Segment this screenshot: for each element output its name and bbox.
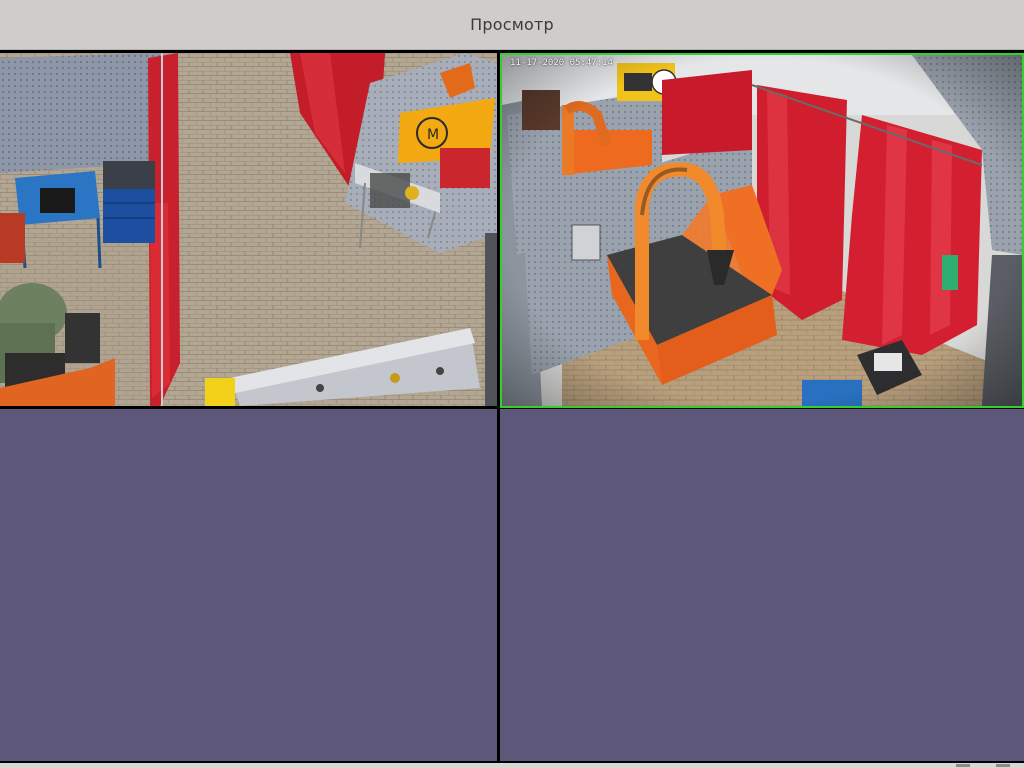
svg-text:M: M — [427, 127, 439, 143]
window-title: Просмотр — [470, 15, 554, 34]
camera-feed-2 — [502, 55, 1022, 406]
camera-feed-1: M — [0, 53, 497, 406]
camera-2-osd-timestamp: 11-17-2020 05:47:14 — [510, 58, 613, 68]
status-indicator-2 — [996, 764, 1010, 767]
camera-view-2[interactable]: 11-17-2020 05:47:14 — [500, 53, 1024, 408]
camera-view-4-empty[interactable] — [500, 409, 1024, 761]
window-titlebar[interactable]: Просмотр — [0, 0, 1024, 50]
camera-view-1[interactable]: M — [0, 53, 497, 406]
camera-grid: M 11-17-2020 05:47:14 — [0, 50, 1024, 763]
camera-view-3-empty[interactable] — [0, 409, 497, 761]
status-bar — [0, 763, 1024, 768]
status-indicator-1 — [956, 764, 970, 767]
